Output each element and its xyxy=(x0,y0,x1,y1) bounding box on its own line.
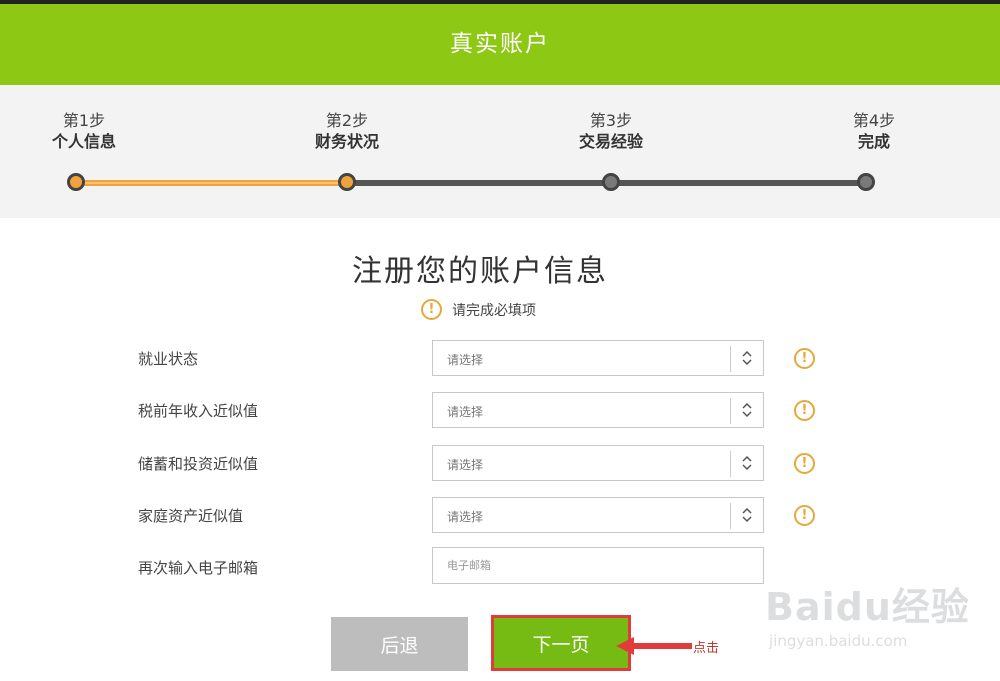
page-header: 真实账户 xyxy=(0,4,1000,85)
pretax-income-label: 税前年收入近似值 xyxy=(138,402,259,420)
select-value: 请选择 xyxy=(447,458,484,472)
warning-icon: ! xyxy=(794,453,815,474)
annotation-arrow-icon xyxy=(616,637,692,655)
select-value: 请选择 xyxy=(447,353,484,367)
progress-steps: 第1步 个人信息 第2步 财务状况 第3步 交易经验 第4步 完成 xyxy=(0,85,1000,218)
header-title: 真实账户 xyxy=(450,30,550,57)
select-divider xyxy=(730,398,731,424)
updown-chevron-icon xyxy=(742,455,752,471)
step-4-name: 完成 xyxy=(857,132,890,151)
select-divider xyxy=(730,503,731,529)
step-2-number: 第2步 xyxy=(325,111,369,130)
warning-icon: ! xyxy=(794,400,815,421)
form-title: 注册您的账户信息 xyxy=(352,254,608,289)
warning-icon: ! xyxy=(421,299,442,320)
back-button[interactable]: 后退 xyxy=(331,617,468,671)
household-assets-label: 家庭资产近似值 xyxy=(138,507,244,525)
confirm-email-label: 再次输入电子邮箱 xyxy=(138,559,259,577)
updown-chevron-icon xyxy=(742,507,752,523)
step-1: 第1步 个人信息 xyxy=(24,111,144,153)
step-3: 第3步 交易经验 xyxy=(551,111,671,153)
warning-icon: ! xyxy=(794,348,815,369)
annotation-text: 点击 xyxy=(693,641,720,656)
required-notice-text: 请完成必填项 xyxy=(452,302,536,319)
step-1-name: 个人信息 xyxy=(51,132,116,151)
next-page-button[interactable]: 下一页 xyxy=(491,615,631,671)
select-value: 请选择 xyxy=(447,405,484,419)
warning-icon: ! xyxy=(794,505,815,526)
baidu-watermark: Baidu经验 jingyan.baidu.com xyxy=(765,576,975,666)
step-2: 第2步 财务状况 xyxy=(287,111,407,153)
step-3-number: 第3步 xyxy=(589,111,633,130)
household-assets-select[interactable]: 请选择 xyxy=(432,497,764,533)
employment-status-label: 就业状态 xyxy=(138,350,199,368)
employment-status-select[interactable]: 请选择 xyxy=(432,340,764,376)
savings-investments-select[interactable]: 请选择 xyxy=(432,445,764,481)
select-value: 请选择 xyxy=(447,510,484,524)
step-4-number: 第4步 xyxy=(852,111,896,130)
step-1-number: 第1步 xyxy=(62,111,106,130)
select-divider xyxy=(730,451,731,477)
step-3-name: 交易经验 xyxy=(578,132,643,151)
updown-chevron-icon xyxy=(742,402,752,418)
confirm-email-input[interactable] xyxy=(432,547,764,584)
watermark-url: jingyan.baidu.com xyxy=(769,632,908,650)
required-notice: ! 请完成必填项 xyxy=(421,299,536,320)
select-divider xyxy=(730,346,731,372)
watermark-logo: Baidu经验 xyxy=(765,585,970,629)
step-2-name: 财务状况 xyxy=(314,132,379,151)
pretax-income-select[interactable]: 请选择 xyxy=(432,392,764,428)
step-4-node xyxy=(857,173,875,191)
step-3-node xyxy=(602,173,620,191)
step-4: 第4步 完成 xyxy=(814,111,934,153)
savings-investments-label: 储蓄和投资近似值 xyxy=(138,455,259,473)
step-1-node xyxy=(67,173,85,191)
progress-track-highlight xyxy=(76,182,347,184)
step-2-node xyxy=(338,173,356,191)
updown-chevron-icon xyxy=(742,350,752,366)
